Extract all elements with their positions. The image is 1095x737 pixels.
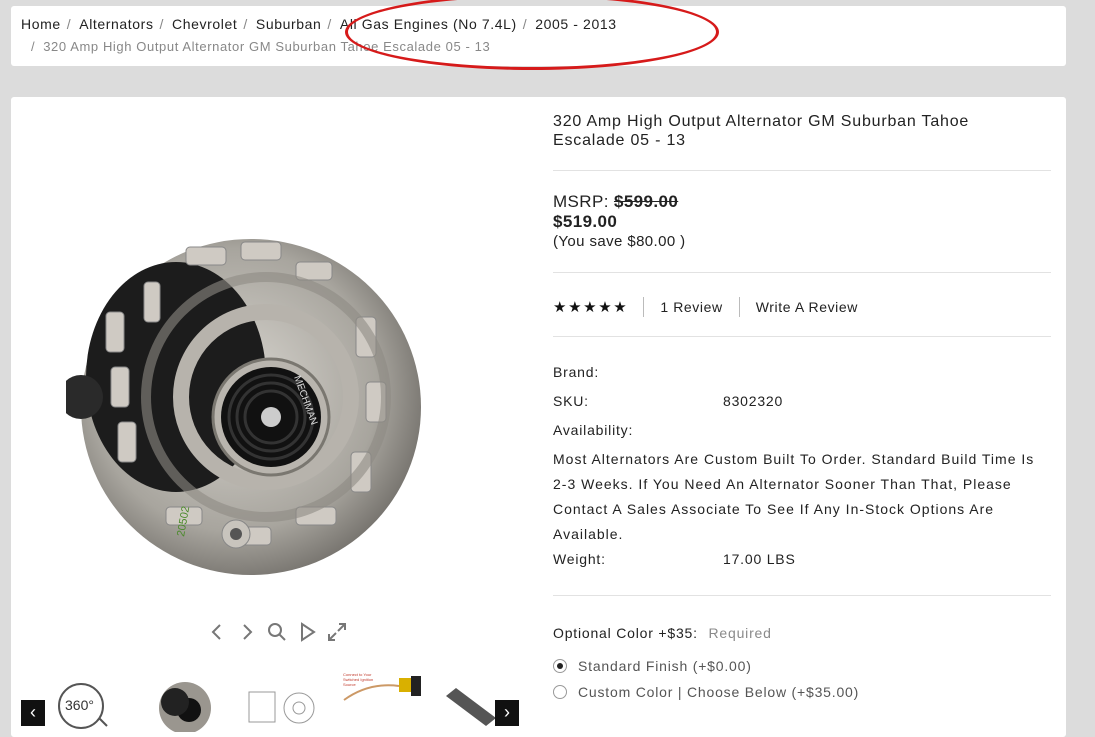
option-label: Optional Color +$35: bbox=[553, 625, 698, 641]
option-label-row: Optional Color +$35: Required bbox=[553, 625, 772, 641]
thumbnail-wiring-text: Connect to Your Switched Ignition Source bbox=[343, 672, 374, 687]
price-block: MSRP: $599.00 $519.00 (You save $80.00 ) bbox=[553, 192, 686, 252]
breadcrumb-current-row: / 320 Amp High Output Alternator GM Subur… bbox=[25, 39, 490, 54]
current-price: $519.00 bbox=[553, 212, 618, 231]
sku-value: 8302320 bbox=[723, 393, 784, 409]
product-image[interactable]: MECHMAN 20502 bbox=[66, 207, 436, 592]
brand-label: Brand: bbox=[553, 364, 600, 380]
product-title: 320 Amp High Output Alternator GM Suburb… bbox=[553, 113, 970, 149]
savings-text: (You save $80.00 ) bbox=[553, 233, 686, 250]
breadcrumb-engines[interactable]: All Gas Engines (No 7.4L) bbox=[340, 16, 517, 32]
divider bbox=[553, 170, 1051, 171]
write-review-link[interactable]: Write A Review bbox=[756, 299, 858, 315]
availability-row: Availability: bbox=[553, 422, 633, 438]
thumbnail-360-label: 360° bbox=[65, 697, 94, 713]
radio-unchecked-icon[interactable] bbox=[553, 685, 567, 699]
option-standard-finish[interactable]: Standard Finish (+$0.00) bbox=[553, 658, 752, 674]
chevron-left-icon[interactable] bbox=[206, 621, 228, 643]
star-icon: ★ bbox=[598, 299, 613, 316]
divider bbox=[553, 336, 1051, 337]
msrp-label: MSRP: bbox=[553, 192, 609, 211]
star-icon: ★ bbox=[583, 299, 598, 316]
product-card: MECHMAN 20502 ‹ 360° Connect to Your Swi… bbox=[11, 97, 1066, 737]
thumbs-next-button[interactable]: › bbox=[495, 700, 519, 726]
brand-row: Brand: bbox=[553, 364, 599, 380]
chevron-right-icon[interactable] bbox=[236, 621, 258, 643]
breadcrumb-current: 320 Amp High Output Alternator GM Suburb… bbox=[43, 39, 491, 54]
gallery-controls bbox=[206, 621, 348, 643]
reviews-link[interactable]: 1 Review bbox=[660, 299, 722, 315]
option-standard-label: Standard Finish (+$0.00) bbox=[578, 658, 752, 674]
breadcrumb-chevrolet[interactable]: Chevrolet bbox=[172, 16, 237, 32]
rating-row: ★ ★ ★ ★ ★ 1 Review Write A Review bbox=[553, 296, 858, 318]
breadcrumb-separator: / bbox=[522, 16, 528, 32]
star-icon: ★ bbox=[568, 299, 583, 316]
breadcrumb-years[interactable]: 2005 - 2013 bbox=[535, 16, 616, 32]
divider bbox=[643, 297, 645, 317]
availability-text: Most Alternators Are Custom Built To Ord… bbox=[553, 451, 1035, 542]
product-gallery: MECHMAN 20502 ‹ 360° Connect to Your Swi… bbox=[11, 97, 541, 737]
breadcrumb-home[interactable]: Home bbox=[21, 16, 61, 32]
radio-checked-icon[interactable] bbox=[553, 659, 567, 673]
weight-label: Weight: bbox=[553, 551, 606, 567]
star-icon: ★ bbox=[553, 299, 568, 316]
thumbnail-mount[interactable] bbox=[441, 686, 501, 732]
play-icon[interactable] bbox=[296, 621, 318, 643]
weight-row: Weight: 17.00 LBS bbox=[553, 551, 795, 567]
thumbnail-360[interactable]: 360° bbox=[51, 678, 121, 732]
option-custom-color[interactable]: Custom Color | Choose Below (+$35.00) bbox=[553, 684, 859, 700]
fullscreen-icon[interactable] bbox=[326, 621, 348, 643]
breadcrumb-trail: Home / Alternators / Chevrolet / Suburban / All … bbox=[21, 16, 617, 32]
breadcrumb-separator: / bbox=[243, 16, 248, 32]
thumbnail-strip: ‹ 360° Connect to Your Switched Ignition… bbox=[21, 672, 521, 734]
availability-label: Availability: bbox=[553, 422, 634, 438]
breadcrumb-separator: / bbox=[327, 16, 332, 32]
sku-row: SKU: 8302320 bbox=[553, 393, 782, 409]
breadcrumb-separator: / bbox=[31, 39, 36, 54]
zoom-icon[interactable] bbox=[266, 621, 288, 643]
star-rating: ★ ★ ★ ★ ★ bbox=[553, 298, 627, 316]
thumbnail-diagram[interactable] bbox=[241, 678, 321, 732]
breadcrumb-separator: / bbox=[66, 16, 72, 32]
divider bbox=[553, 272, 1051, 273]
star-icon: ★ bbox=[613, 299, 628, 316]
option-custom-label: Custom Color | Choose Below (+$35.00) bbox=[578, 684, 860, 700]
sku-label: SKU: bbox=[553, 393, 589, 409]
required-label: Required bbox=[708, 625, 772, 641]
thumbs-prev-button[interactable]: ‹ bbox=[21, 700, 45, 726]
breadcrumb: Home / Alternators / Chevrolet / Suburban / All … bbox=[11, 6, 1066, 66]
thumbnail-wiring[interactable]: Connect to Your Switched Ignition Source bbox=[339, 672, 424, 732]
divider bbox=[738, 297, 740, 317]
thumbnail-alternator-front[interactable] bbox=[149, 678, 221, 734]
breadcrumb-suburban[interactable]: Suburban bbox=[256, 16, 322, 32]
breadcrumb-alternators[interactable]: Alternators bbox=[79, 16, 153, 32]
msrp-value: $599.00 bbox=[613, 192, 679, 211]
divider bbox=[553, 595, 1051, 596]
weight-value: 17.00 LBS bbox=[723, 551, 796, 567]
breadcrumb-separator: / bbox=[159, 16, 165, 32]
